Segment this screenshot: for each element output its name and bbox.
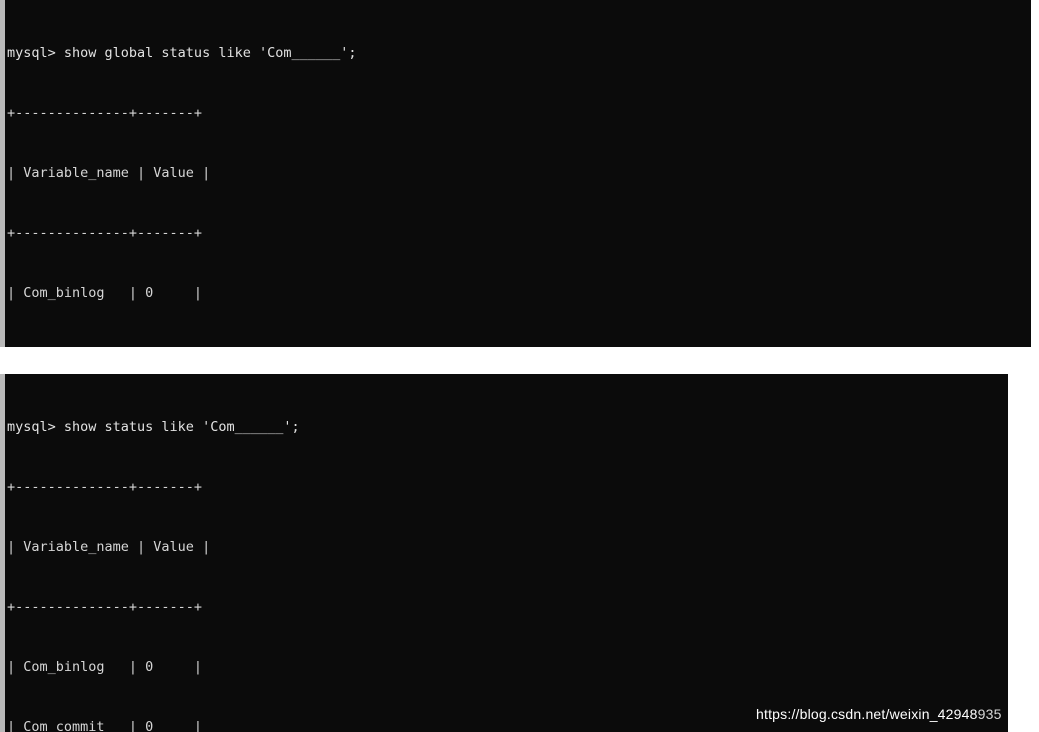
terminal-output-area: mysql> show status like 'Com______'; +--… — [7, 374, 1008, 732]
mysql-session-status-terminal[interactable]: mysql> show status like 'Com______'; +--… — [0, 374, 1008, 732]
table-row: | Com_binlog | 0 | — [7, 659, 203, 675]
table-header-separator: +--------------+-------+ — [7, 599, 203, 615]
command-line-prompt: mysql> show status like 'Com______'; — [7, 419, 300, 435]
table-header-separator: +--------------+-------+ — [7, 225, 203, 241]
table-row: | Com_binlog | 0 | — [7, 285, 203, 301]
table-top-border: +--------------+-------+ — [7, 479, 203, 495]
table-header-row: | Variable_name | Value | — [7, 539, 211, 555]
terminal-scrollbar-strip[interactable] — [0, 374, 5, 732]
command-line-prompt: mysql> show global status like 'Com_____… — [7, 45, 357, 61]
watermark-text-tail: 935 — [977, 706, 1002, 722]
terminal-scrollbar-strip[interactable] — [0, 0, 5, 347]
watermark-text: https://blog.csdn.net/weixin_42948 — [756, 706, 978, 722]
table-header-row: | Variable_name | Value | — [7, 165, 211, 181]
terminal-output-area: mysql> show global status like 'Com_____… — [7, 0, 1031, 347]
mysql-global-status-terminal[interactable]: mysql> show global status like 'Com_____… — [0, 0, 1031, 347]
table-top-border: +--------------+-------+ — [7, 105, 203, 121]
table-row: | Com_commit | 0 | — [7, 343, 1031, 347]
source-watermark: https://blog.csdn.net/weixin_42948935 — [756, 706, 1002, 722]
